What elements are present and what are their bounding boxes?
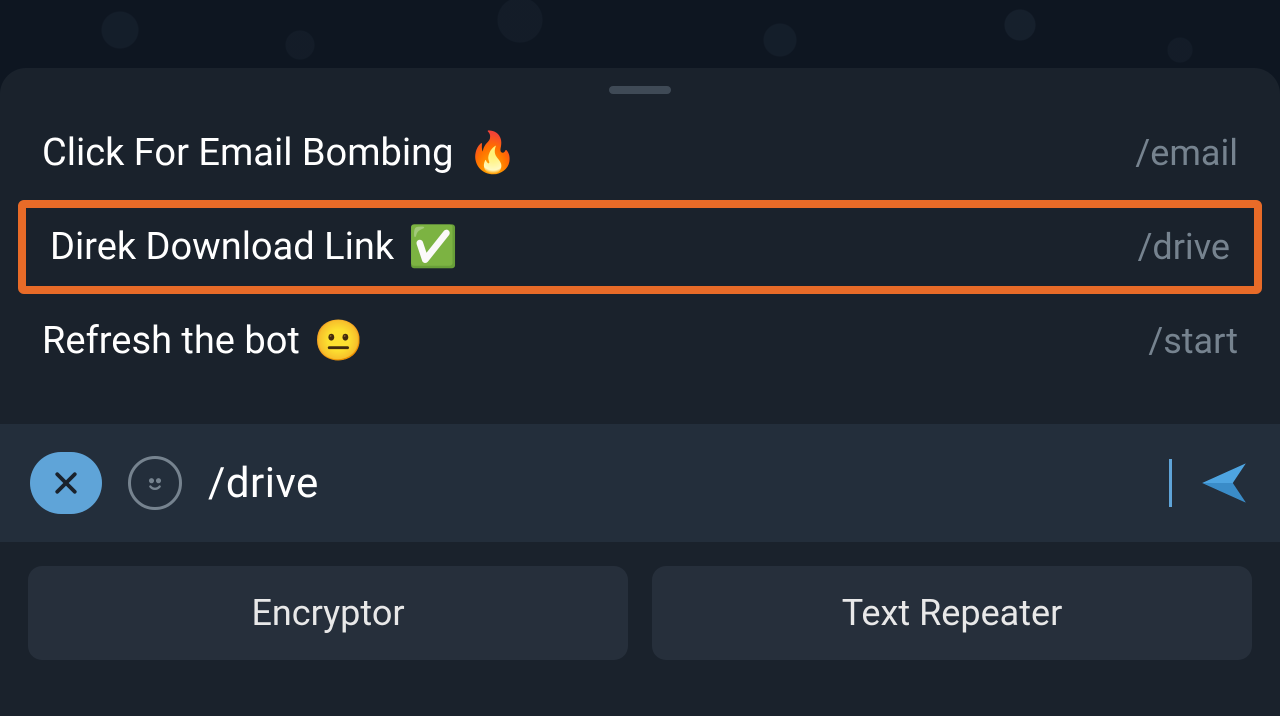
button-label: Text Repeater	[842, 592, 1063, 634]
send-button[interactable]	[1198, 457, 1250, 509]
check-icon: ✅	[408, 227, 458, 267]
text-repeater-button[interactable]: Text Repeater	[652, 566, 1252, 660]
send-icon	[1198, 457, 1250, 509]
fire-icon: 🔥	[467, 133, 517, 173]
command-label: Direk Download Link ✅	[50, 227, 458, 267]
command-text: Click For Email Bombing	[42, 134, 453, 172]
drag-handle[interactable]	[609, 86, 671, 94]
command-item-start[interactable]: Refresh the bot 😐 /start	[0, 294, 1280, 388]
keyboard-button-row: Encryptor Text Repeater	[0, 542, 1280, 660]
command-list: Click For Email Bombing 🔥 /email Direk D…	[0, 106, 1280, 388]
button-label: Encryptor	[251, 592, 404, 634]
command-label: Refresh the bot 😐	[42, 321, 364, 361]
chat-wallpaper	[0, 0, 1280, 70]
command-slash: /drive	[1138, 226, 1230, 268]
encryptor-button[interactable]: Encryptor	[28, 566, 628, 660]
command-item-email[interactable]: Click For Email Bombing 🔥 /email	[0, 106, 1280, 200]
close-button[interactable]	[30, 452, 102, 514]
command-label: Click For Email Bombing 🔥	[42, 133, 517, 173]
message-input[interactable]: /drive	[208, 459, 1165, 508]
emoji-picker-button[interactable]	[128, 456, 182, 510]
neutral-face-icon: 😐	[314, 321, 364, 361]
command-item-drive[interactable]: Direk Download Link ✅ /drive	[18, 200, 1262, 294]
message-input-wrap[interactable]: /drive	[208, 459, 1172, 508]
close-icon	[51, 468, 81, 498]
command-text: Refresh the bot	[42, 322, 300, 360]
command-panel: Click For Email Bombing 🔥 /email Direk D…	[0, 68, 1280, 716]
message-input-bar: /drive	[0, 424, 1280, 542]
command-slash: /email	[1135, 132, 1238, 174]
command-slash: /start	[1148, 320, 1238, 362]
command-text: Direk Download Link	[50, 228, 394, 266]
smile-icon	[141, 469, 169, 497]
text-caret	[1169, 459, 1172, 507]
